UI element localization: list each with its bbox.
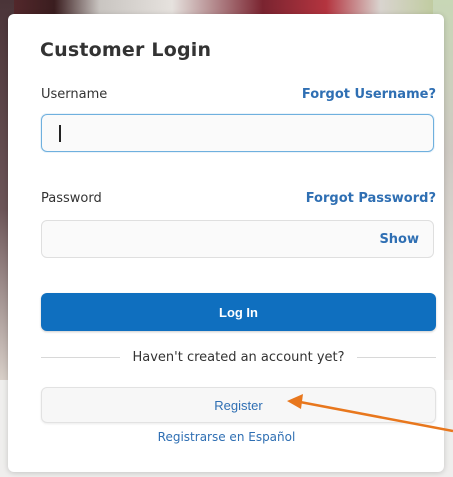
username-label: Username — [41, 87, 108, 102]
username-input[interactable] — [41, 114, 434, 152]
divider-text: Haven't created an account yet? — [132, 349, 345, 365]
forgot-username-link[interactable]: Forgot Username? — [302, 87, 436, 102]
login-card: Customer Login Username Forgot Username?… — [8, 14, 444, 472]
register-divider: Haven't created an account yet? — [41, 348, 437, 366]
forgot-password-link[interactable]: Forgot Password? — [306, 191, 436, 206]
password-label: Password — [41, 191, 102, 206]
login-button[interactable]: Log In — [41, 293, 436, 331]
registrarse-espanol-link[interactable]: Registrarse en Español — [0, 430, 453, 444]
register-button[interactable]: Register — [41, 387, 436, 423]
text-caret — [59, 125, 61, 142]
divider-line-left — [41, 356, 121, 358]
show-password-toggle[interactable]: Show — [379, 232, 419, 247]
divider-line-right — [356, 356, 437, 358]
password-input[interactable]: Show — [41, 220, 434, 258]
login-title: Customer Login — [40, 39, 212, 61]
